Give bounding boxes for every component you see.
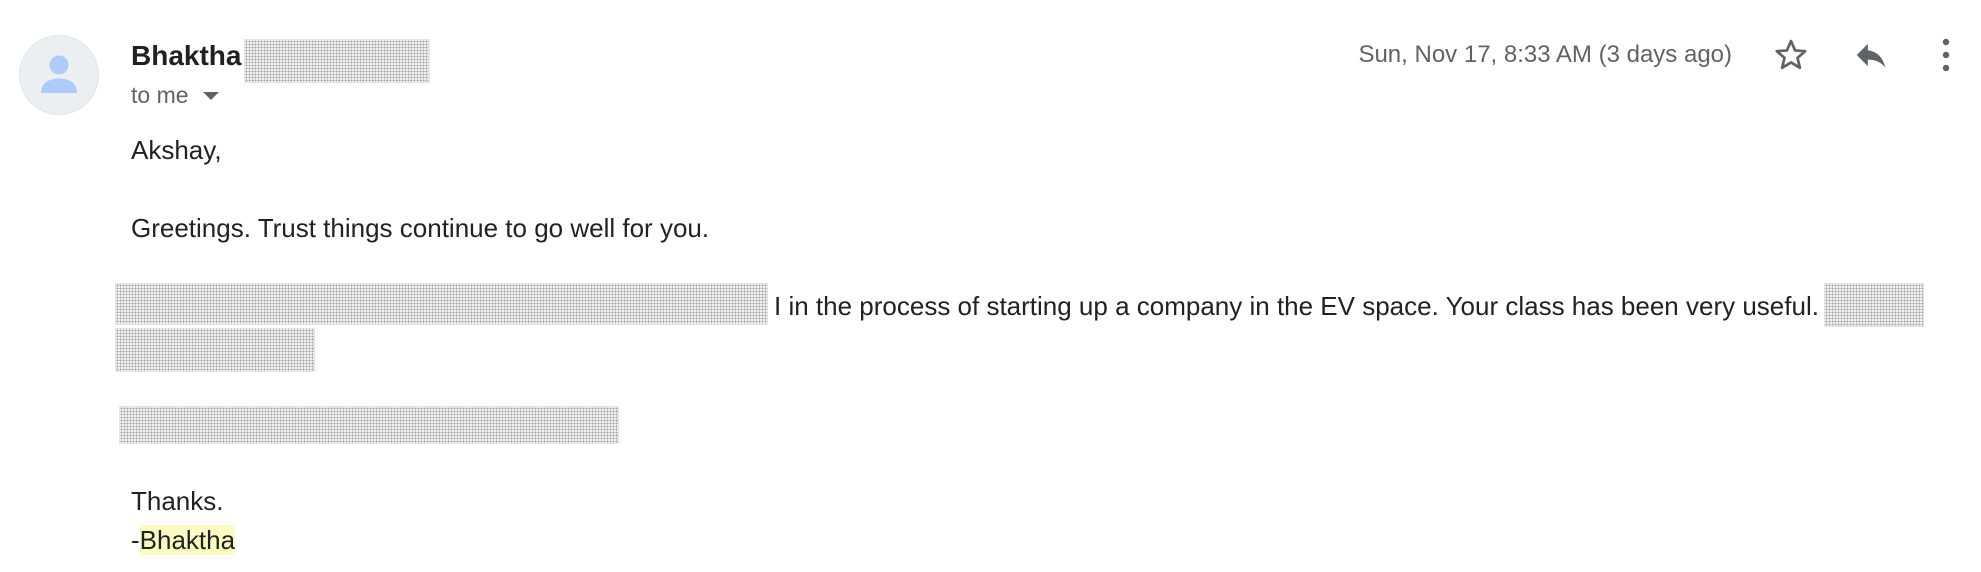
message-paragraph: I in the process of starting up a compan… [774, 291, 1819, 321]
signature-dash: - [131, 525, 140, 555]
more-options-button[interactable] [1926, 30, 1966, 80]
message-salutation: Akshay, [131, 135, 222, 165]
caret-down-icon [202, 92, 219, 100]
redacted-text-block-1 [115, 283, 768, 325]
redacted-text-block-4 [119, 406, 619, 444]
star-icon [1772, 36, 1810, 74]
reply-icon [1852, 36, 1890, 74]
message-timestamp: Sun, Nov 17, 8:33 AM (3 days ago) [1358, 41, 1732, 68]
recipients-toggle[interactable]: to me [131, 80, 219, 110]
message-greeting: Greetings. Trust things continue to go w… [131, 213, 710, 243]
redacted-sender-email [244, 39, 430, 83]
reply-button[interactable] [1846, 30, 1896, 80]
redacted-text-block-2 [1824, 283, 1924, 327]
person-icon [39, 53, 79, 97]
message-closing: Thanks. [131, 486, 224, 516]
redacted-text-block-3 [115, 328, 315, 372]
sender-name[interactable]: Bhaktha [131, 36, 241, 76]
star-button[interactable] [1766, 30, 1816, 80]
recipients-label: to me [131, 81, 189, 108]
signature-name-highlight: Bhaktha [139, 525, 236, 555]
message-signature: -Bhaktha [131, 522, 236, 558]
more-vert-icon [1941, 37, 1951, 73]
sender-avatar[interactable] [19, 35, 99, 115]
